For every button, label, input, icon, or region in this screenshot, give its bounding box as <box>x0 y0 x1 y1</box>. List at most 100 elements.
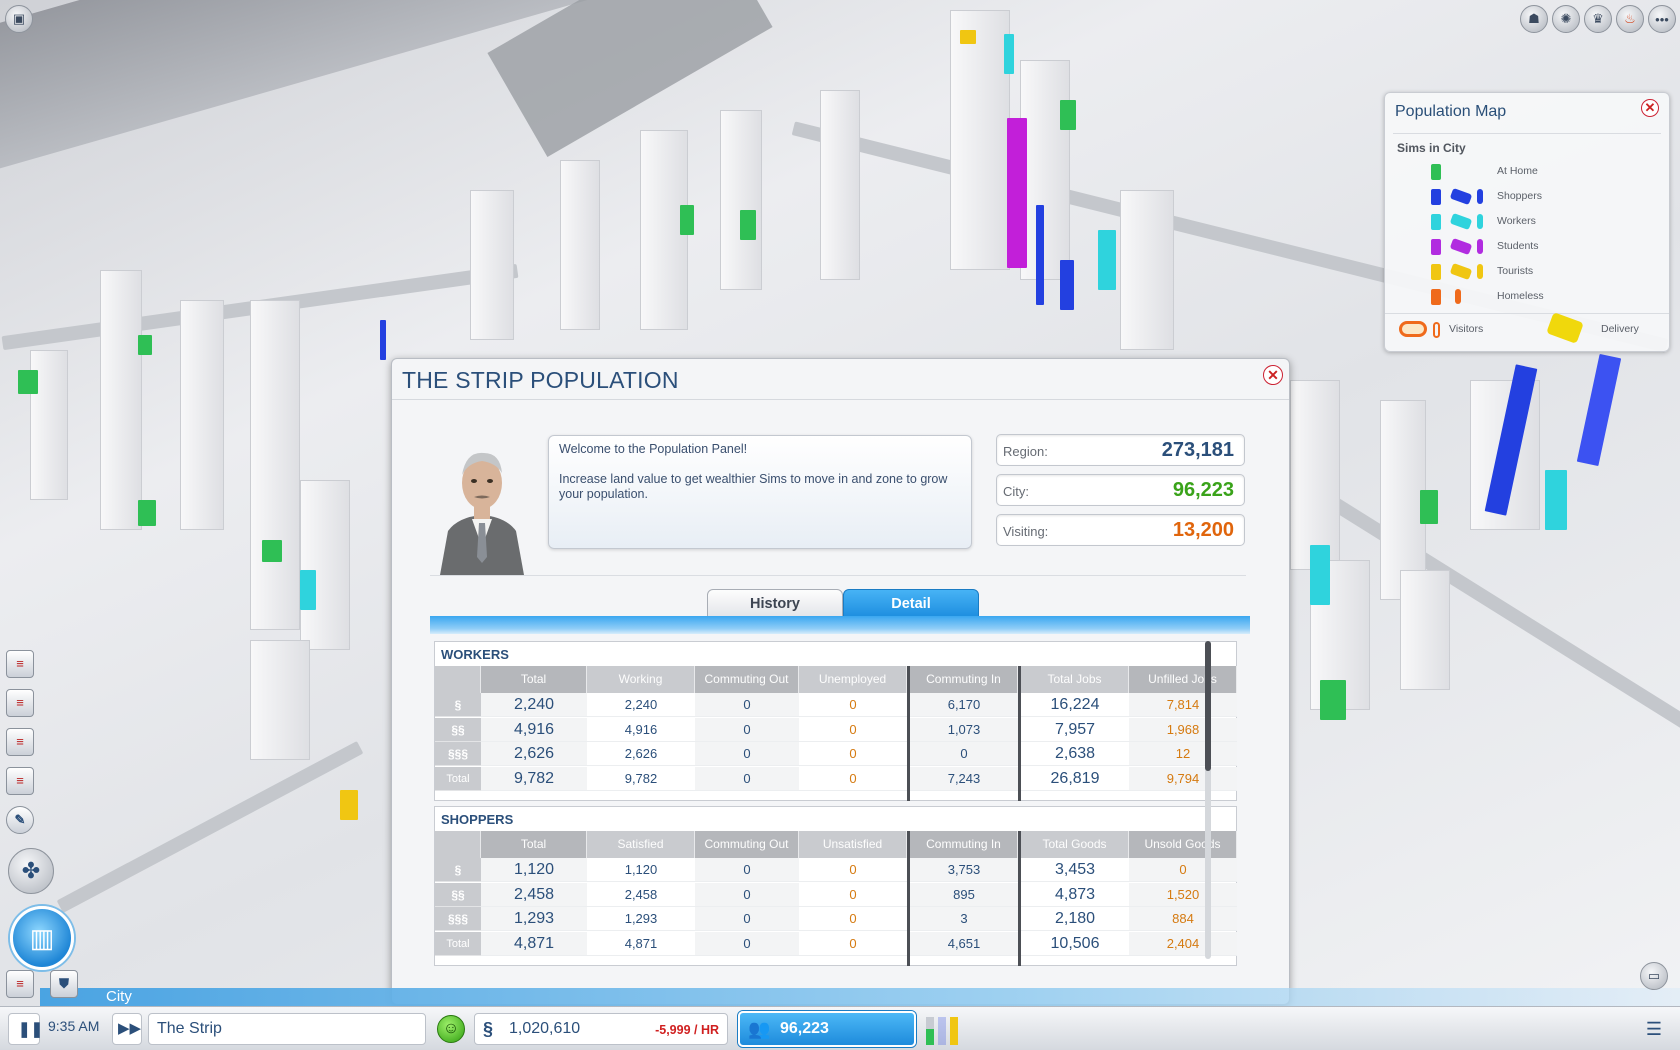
table-cell: 3,453 <box>1021 858 1129 882</box>
sim-marker <box>1060 100 1076 130</box>
building <box>1120 190 1174 350</box>
population-value: 96,223 <box>780 1020 829 1037</box>
close-icon[interactable]: ✕ <box>1641 99 1659 117</box>
sim-marker <box>1007 118 1027 268</box>
building <box>1020 60 1070 280</box>
tab-detail[interactable]: Detail <box>843 589 979 617</box>
at-home-swatch-icon <box>1431 164 1441 180</box>
industrial-bar <box>950 1017 958 1045</box>
options-button[interactable]: ••• <box>1648 5 1676 33</box>
legend-item-workers[interactable]: Workers <box>1385 211 1671 233</box>
workers-car-icon <box>1449 212 1473 231</box>
table-cell: 1,073 <box>910 717 1018 742</box>
visitors-car-icon <box>1399 321 1427 337</box>
specialization-icon: ≡ <box>16 656 24 671</box>
pause-icon: ❚❚ <box>18 1021 44 1038</box>
table-scrollbar[interactable] <box>1205 641 1211 959</box>
population-map-panel: Population Map ✕ Sims in City At Home Sh… <box>1384 92 1670 352</box>
visiting-population-box: Visiting: 13,200 <box>996 514 1245 546</box>
close-icon[interactable]: ✕ <box>1263 365 1283 385</box>
alerts-button[interactable]: ☗ <box>1520 5 1548 33</box>
tab-history[interactable]: History <box>707 589 843 617</box>
table-cell: 16,224 <box>1021 693 1129 717</box>
divider <box>392 399 1289 400</box>
shield-button[interactable]: ⛊ <box>50 970 78 998</box>
residential-bar-fill <box>926 1029 934 1045</box>
population-map-subtitle: Sims in City <box>1397 141 1466 155</box>
building <box>300 480 350 650</box>
city-name-box[interactable]: The Strip <box>148 1013 426 1045</box>
students-person-icon <box>1477 239 1483 254</box>
disasters-button[interactable]: ♨ <box>1616 5 1644 33</box>
chat-button[interactable]: ▣ <box>5 5 33 33</box>
city-specialization-button[interactable]: ≡ <box>6 767 34 795</box>
building <box>180 300 224 530</box>
table-cell: 0 <box>799 858 907 882</box>
funds-box[interactable]: § 1,020,610 -5,999 / HR <box>474 1013 728 1045</box>
row-wealth-label: § <box>435 858 481 882</box>
stat-label: Visiting: <box>1003 524 1049 539</box>
table-cell: 4,916 <box>481 717 587 742</box>
speed-button[interactable]: ▶▶ <box>112 1013 142 1045</box>
table-cell: 3 <box>910 907 1018 931</box>
tourists-car-icon <box>1449 262 1473 281</box>
rci-demand-meter[interactable] <box>926 1013 966 1045</box>
city-label-bar: City <box>40 988 1680 1006</box>
table-cell: 0 <box>799 718 907 742</box>
table-cell: 26,819 <box>1021 767 1129 791</box>
building <box>720 110 762 290</box>
city-specialization-button[interactable]: ≡ <box>6 728 34 756</box>
table-cell: 1,120 <box>481 858 587 882</box>
table-cell: 6,170 <box>910 693 1018 717</box>
legend-item-at-home[interactable]: At Home <box>1385 161 1671 183</box>
region-button[interactable]: ✺ <box>1552 5 1580 33</box>
city-name: The Strip <box>157 1020 222 1037</box>
city-specialization-button[interactable]: ≡ <box>6 650 34 678</box>
legend-item-students[interactable]: Students <box>1385 236 1671 258</box>
table-cell: 0 <box>910 742 1018 766</box>
transit-button[interactable]: ▭ <box>1640 962 1668 990</box>
students-swatch-icon <box>1431 239 1441 255</box>
delivery-label: Delivery <box>1601 323 1639 335</box>
sim-marker <box>380 320 386 360</box>
building <box>100 270 142 530</box>
happiness-icon[interactable]: ☺ <box>437 1015 465 1043</box>
table-cell: 2,404 <box>1129 931 1237 956</box>
legend-item-tourists[interactable]: Tourists <box>1385 261 1671 283</box>
column-header: Unemployed <box>799 666 907 693</box>
building <box>820 90 860 280</box>
divider <box>430 575 1246 576</box>
sims-menu-button[interactable]: ✤ <box>8 848 54 894</box>
legend-item-shoppers[interactable]: Shoppers <box>1385 186 1671 208</box>
column-header: Total Goods <box>1021 831 1129 858</box>
row-wealth-label: Total <box>435 931 481 956</box>
table-cell: 9,794 <box>1129 766 1237 791</box>
sim-marker <box>960 30 976 44</box>
advisor-message-greeting: Welcome to the Population Panel! <box>559 442 748 456</box>
legend-item-homeless[interactable]: Homeless <box>1385 286 1671 308</box>
sim-marker <box>340 790 358 820</box>
population-button[interactable]: 👥 96,223 <box>738 1011 916 1047</box>
city-population-value: 96,223 <box>1172 479 1234 501</box>
specialization-button[interactable]: ≡ <box>6 970 34 998</box>
layers-button[interactable]: ☰ <box>1640 1015 1668 1043</box>
achievements-button[interactable]: ♛ <box>1584 5 1612 33</box>
table-cell: 2,458 <box>587 883 695 907</box>
column-header: Working <box>587 666 695 693</box>
table-cell: 0 <box>695 858 799 882</box>
table-cell: 1,120 <box>587 858 695 882</box>
table-cell: 895 <box>910 882 1018 907</box>
game-time: 9:35 AM <box>48 1018 100 1034</box>
table-cell: 1,293 <box>587 907 695 931</box>
pause-button[interactable]: ❚❚ <box>8 1013 44 1045</box>
shoppers-table: SHOPPERS Total Satisfied Commuting Out U… <box>434 806 1237 966</box>
table-cell: 4,916 <box>587 718 695 742</box>
building <box>470 190 514 340</box>
advisor-message: Welcome to the Population Panel! Increas… <box>548 435 972 549</box>
shoppers-person-icon <box>1477 189 1483 204</box>
city-specialization-button[interactable]: ≡ <box>6 689 34 717</box>
scrollbar-thumb[interactable] <box>1205 641 1211 771</box>
column-header: Unfilled Jobs <box>1129 666 1237 693</box>
tools-button[interactable]: ✎ <box>6 806 34 834</box>
city-menu-button[interactable]: ▥ <box>10 906 74 970</box>
